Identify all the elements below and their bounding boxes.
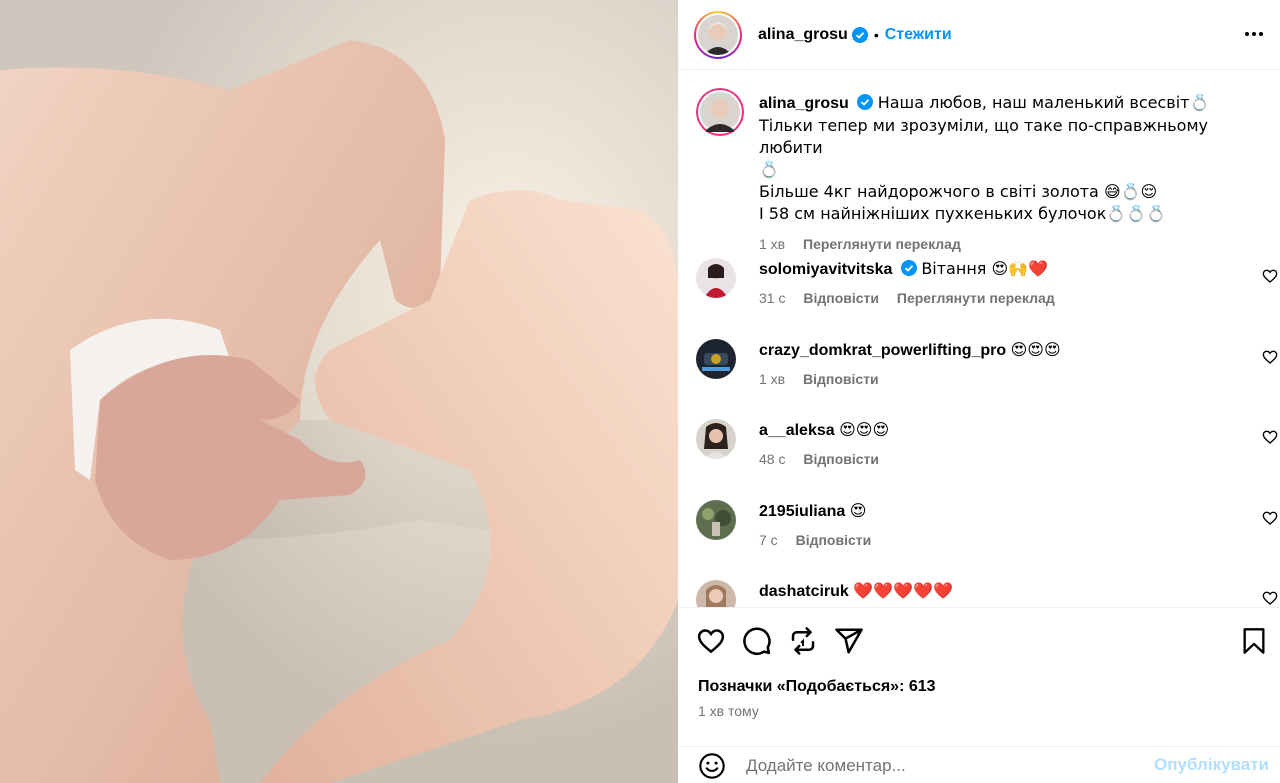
comment-text: 😍😍😍 <box>1010 340 1061 359</box>
commenter-avatar[interactable] <box>696 339 736 379</box>
commenter-avatar[interactable] <box>696 419 736 459</box>
likes-count[interactable]: Позначки «Подобається»: 613 <box>698 678 936 696</box>
avatar-image <box>696 88 744 136</box>
comment-time: 7 с <box>759 532 778 548</box>
emoji-smiley-icon[interactable] <box>698 752 726 780</box>
post-caption: alina_grosu Наша любов, наш маленький вс… <box>696 88 1266 252</box>
post-actions: Позначки «Подобається»: 613 1 хв тому Оп… <box>678 607 1280 783</box>
post-time-ago: 1 хв тому <box>698 703 759 719</box>
caption-line: І 58 см найніжніших пухкеньких булочок💍💍… <box>759 204 1167 223</box>
commenter-username[interactable]: dashatciruk <box>759 583 849 600</box>
comment-item: a__aleksa 😍😍😍 48 с Відповісти <box>696 419 1278 479</box>
reply-link[interactable]: Відповісти <box>803 290 879 306</box>
caption-line: Більше 4кг найдорожчого в світі золота 😅… <box>759 182 1158 201</box>
translate-link[interactable]: Переглянути переклад <box>897 290 1055 306</box>
separator-dot: • <box>873 26 879 43</box>
reply-link[interactable]: Відповісти <box>803 371 879 387</box>
comment-item: solomiyavitvitska Вітання 😍🙌❤️ 31 с Відп… <box>696 258 1278 318</box>
verified-badge-icon <box>900 260 917 276</box>
commenter-username[interactable]: crazy_domkrat_powerlifting_pro <box>759 342 1006 359</box>
avatar-image <box>696 500 736 540</box>
repost-icon[interactable] <box>788 626 818 656</box>
caption-username[interactable]: alina_grosu <box>759 95 849 112</box>
avatar-image <box>698 14 738 55</box>
comment-time: 31 с <box>759 290 786 306</box>
publish-button[interactable]: Опублікувати <box>1154 755 1269 775</box>
caption-avatar[interactable] <box>696 88 744 136</box>
comment-text: 😍😍😍 <box>839 420 890 439</box>
verified-badge-icon <box>851 26 868 43</box>
like-comment-heart-icon[interactable] <box>1262 349 1278 365</box>
avatar-image <box>696 258 736 298</box>
follow-button[interactable]: Стежити <box>885 26 952 44</box>
caption-time: 1 хв <box>759 236 786 252</box>
author-username[interactable]: alina_grosu <box>758 26 848 44</box>
post-side-panel: alina_grosu • Стежити alina_grosu Наша л… <box>678 0 1280 783</box>
avatar-image <box>696 419 736 459</box>
commenter-username[interactable]: a__aleksa <box>759 422 835 439</box>
caption-line: Наша любов, наш маленький всесвіт💍 <box>877 93 1210 112</box>
comment-text: ❤️❤️❤️❤️❤️ <box>853 581 953 600</box>
reply-link[interactable]: Відповісти <box>796 532 872 548</box>
like-comment-heart-icon[interactable] <box>1262 429 1278 445</box>
like-comment-heart-icon[interactable] <box>1262 510 1278 526</box>
comment-time: 48 с <box>759 451 786 467</box>
like-comment-heart-icon[interactable] <box>1262 590 1278 606</box>
share-paper-plane-icon[interactable] <box>834 626 864 656</box>
bookmark-icon[interactable] <box>1240 626 1268 656</box>
comments-scroll-area[interactable]: alina_grosu Наша любов, наш маленький вс… <box>678 72 1280 607</box>
commenter-avatar[interactable] <box>696 258 736 298</box>
comment-input[interactable] <box>746 755 1146 776</box>
add-comment-bar: Опублікувати <box>678 746 1280 783</box>
avatar-image <box>696 580 736 607</box>
comment-item: crazy_domkrat_powerlifting_pro 😍😍😍 1 хв … <box>696 339 1278 399</box>
more-horizontal-icon[interactable] <box>1242 22 1266 46</box>
commenter-username[interactable]: solomiyavitvitska <box>759 261 892 278</box>
comment-bubble-icon[interactable] <box>742 626 772 656</box>
post-header: alina_grosu • Стежити <box>678 0 1280 70</box>
post-photo[interactable] <box>0 0 678 783</box>
comment-item: 2195iuliana 😍 7 с Відповісти <box>696 500 1278 560</box>
comment-text: Вітання 😍🙌❤️ <box>921 259 1049 278</box>
caption-line: 💍 <box>759 160 779 179</box>
commenter-avatar[interactable] <box>696 580 736 607</box>
comment-time: 1 хв <box>759 371 786 387</box>
like-comment-heart-icon[interactable] <box>1262 268 1278 284</box>
translate-link[interactable]: Переглянути переклад <box>803 236 961 252</box>
baby-hand-heart-image <box>0 0 678 783</box>
commenter-username[interactable]: 2195iuliana <box>759 503 845 520</box>
reply-link[interactable]: Відповісти <box>803 451 879 467</box>
author-avatar[interactable] <box>694 10 742 59</box>
like-heart-icon[interactable] <box>696 626 726 656</box>
caption-line: Тільки тепер ми зрозуміли, що таке по-сп… <box>759 116 1208 157</box>
avatar-image <box>696 339 736 379</box>
commenter-avatar[interactable] <box>696 500 736 540</box>
comment-item: dashatciruk ❤️❤️❤️❤️❤️ <box>696 580 1278 607</box>
verified-badge-icon <box>857 94 874 110</box>
comment-text: 😍 <box>849 501 867 520</box>
